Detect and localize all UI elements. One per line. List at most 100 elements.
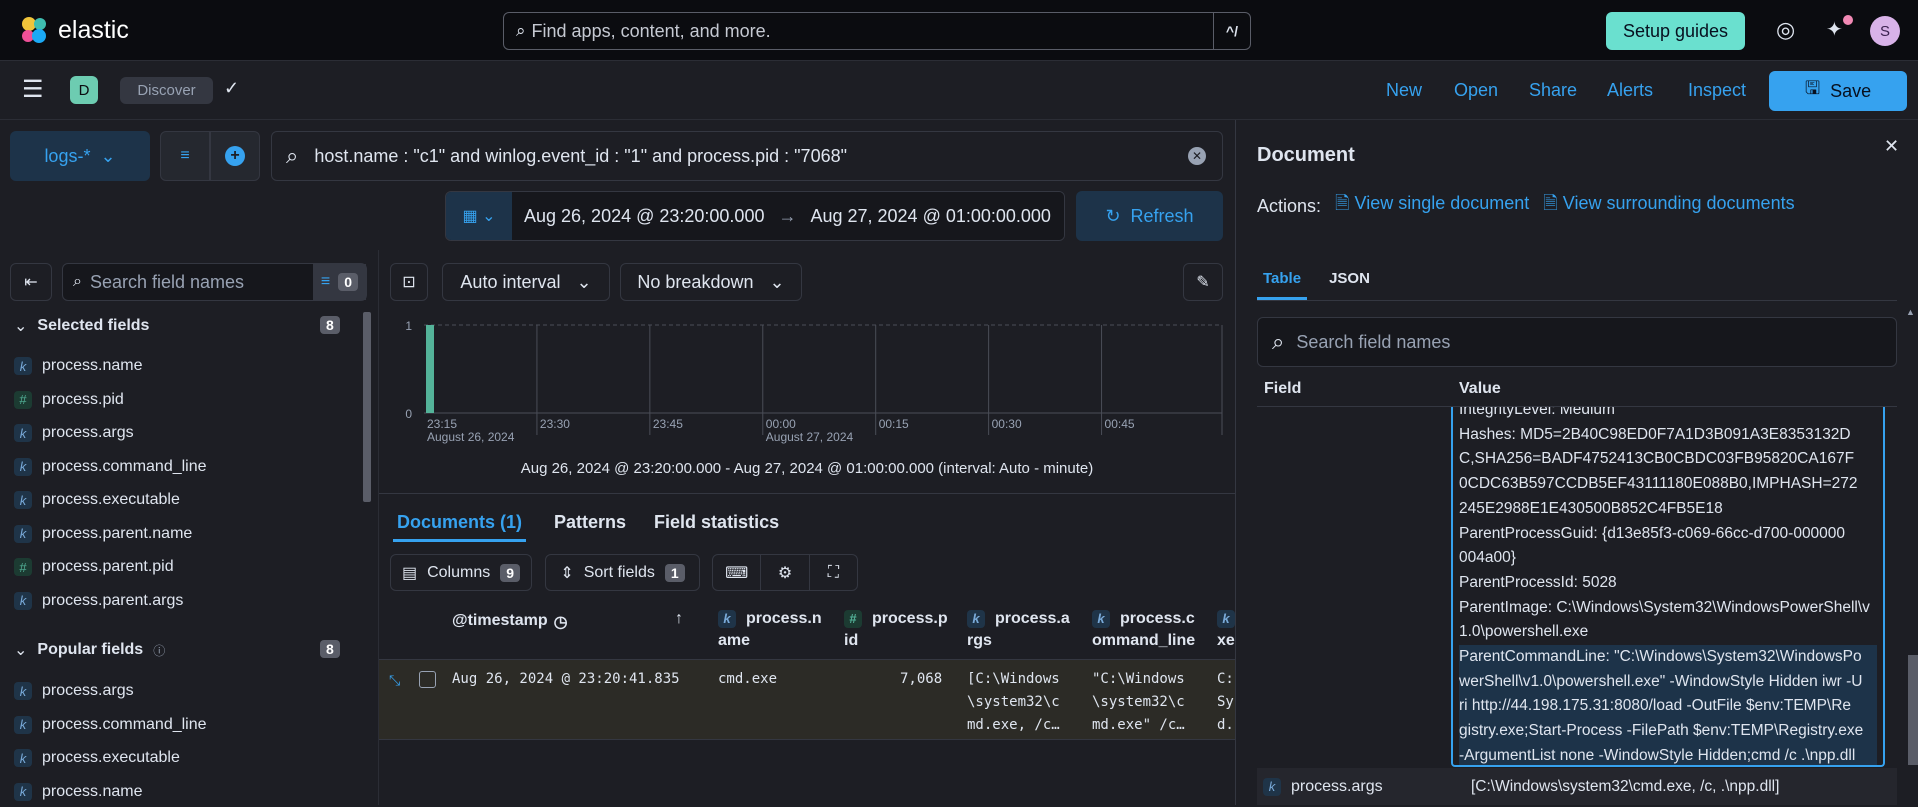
cell-line: md.exe, /c…: [967, 717, 1060, 733]
col-process-name[interactable]: k process.n ame: [718, 608, 822, 652]
clock-icon: ◷: [553, 614, 568, 631]
doc-field-name: process.args: [1291, 777, 1383, 795]
sidebar-field-process-parent-args[interactable]: k process.parent.args: [14, 586, 183, 616]
value-line: 0CDC63B597CCDB5EF43111180E088B0,IMPHASH=…: [1459, 475, 1858, 493]
date-end[interactable]: Aug 27, 2024 @ 01:00:00.000: [810, 206, 1050, 227]
sidebar-field-process-name[interactable]: k process.name: [14, 777, 143, 807]
refresh-icon: ↻: [1105, 205, 1121, 226]
user-avatar[interactable]: S: [1870, 16, 1900, 46]
keyboard-shortcuts-button[interactable]: ⌨: [713, 555, 762, 590]
sidebar-field-process-command_line[interactable]: k process.command_line: [14, 452, 207, 482]
scroll-up-icon[interactable]: ▲: [1906, 307, 1915, 317]
fullscreen-button[interactable]: ⛶: [810, 555, 857, 590]
setup-guides-button[interactable]: Setup guides: [1606, 12, 1745, 50]
breadcrumb-discover[interactable]: Discover: [120, 77, 213, 104]
menu-share[interactable]: Share: [1529, 80, 1577, 101]
grid-header: @timestamp ◷ ↑ k process.n ame # process.p id…: [379, 602, 1235, 660]
breakdown-select[interactable]: No breakdown ⌄: [620, 263, 802, 301]
shortcut-hint: ^/: [1212, 13, 1250, 49]
keyword-icon: k: [1217, 610, 1235, 628]
col-value: Value: [1459, 380, 1501, 397]
view-single-document-link[interactable]: 🗎 View single document: [1335, 191, 1529, 221]
field-filter-button[interactable]: ≡ 0: [312, 264, 366, 300]
elastic-logo[interactable]: elastic: [18, 14, 129, 46]
sidebar-field-process-args[interactable]: k process.args: [14, 418, 134, 448]
sort-ascending-icon[interactable]: ↑: [675, 610, 683, 628]
filter-count: 0: [338, 273, 358, 291]
menu-inspect[interactable]: Inspect: [1688, 80, 1746, 101]
y-tick-label: 0: [405, 407, 412, 421]
histogram-bar[interactable]: [426, 325, 434, 413]
tab-table[interactable]: Table: [1257, 270, 1308, 300]
doc-field-search-input[interactable]: Search field names: [1296, 332, 1450, 353]
sidebar-field-process-args[interactable]: k process.args: [14, 676, 134, 706]
sidebar-field-process-pid[interactable]: # process.pid: [14, 385, 124, 415]
tab-documents[interactable]: Documents (1): [393, 512, 527, 542]
columns-button[interactable]: ▤ Columns 9: [390, 554, 532, 591]
selected-fields-toggle[interactable]: ⌄ Selected fields: [14, 316, 149, 336]
menu-icon[interactable]: ☰: [22, 75, 44, 104]
col-process-command-line[interactable]: k process.c ommand_line: [1092, 608, 1195, 652]
sidebar-field-process-executable[interactable]: k process.executable: [14, 743, 180, 773]
sort-fields-button[interactable]: ⇕ Sort fields 1: [545, 554, 700, 591]
menu-open[interactable]: Open: [1454, 80, 1498, 101]
col-process-executable[interactable]: k xe: [1217, 608, 1235, 652]
query-input[interactable]: ⌕ host.name : "c1" and winlog.event_id :…: [271, 131, 1223, 181]
expanded-value-cell[interactable]: IntegrityLevel: Medium Hashes: MD5=2B40C9…: [1451, 407, 1885, 767]
expand-icon[interactable]: ⤡: [389, 670, 400, 693]
x-tick-label: 00:00: [766, 417, 796, 431]
chart-options-button[interactable]: ✎: [1183, 263, 1223, 301]
field-search[interactable]: ⌕ Search field names ≡ 0: [62, 263, 367, 301]
global-search-input[interactable]: Find apps, content, and more.: [532, 21, 1213, 42]
display-settings-button[interactable]: ⚙: [761, 555, 810, 590]
global-search[interactable]: ⌕ Find apps, content, and more. ^/: [503, 12, 1251, 50]
menu-alerts[interactable]: Alerts: [1607, 80, 1653, 101]
cell-process-pid: 7,068: [900, 671, 943, 687]
add-filter-button[interactable]: +: [210, 131, 260, 181]
sidebar-field-process-name[interactable]: k process.name: [14, 351, 143, 381]
tab-patterns[interactable]: Patterns: [554, 512, 626, 542]
space-avatar[interactable]: D: [70, 76, 98, 104]
interval-select[interactable]: Auto interval ⌄: [442, 263, 610, 301]
col-process-args[interactable]: k process.a rgs: [967, 608, 1070, 652]
selected-fields-title: Selected fields: [37, 317, 150, 334]
close-icon[interactable]: ✕: [1884, 136, 1899, 157]
col-process-pid[interactable]: # process.p id: [844, 608, 948, 652]
menu-new[interactable]: New: [1386, 80, 1422, 101]
help-icon[interactable]: ◎: [1776, 17, 1795, 43]
histogram-chart[interactable]: 0 1 23:15 23:30 23:45 00:00 00:15 00:30 00:45 Aug…: [379, 310, 1235, 460]
popular-fields-toggle[interactable]: ⌄ Popular fields ⓘ: [14, 640, 165, 660]
news-icon[interactable]: ✦: [1826, 17, 1843, 42]
query-text[interactable]: host.name : "c1" and winlog.event_id : "…: [314, 146, 1188, 167]
flyout-actions: Actions: 🗎 View single document 🗎 View s…: [1257, 191, 1795, 221]
sidebar-field-process-parent-name[interactable]: k process.parent.name: [14, 519, 192, 549]
date-start[interactable]: Aug 26, 2024 @ 23:20:00.000: [524, 206, 764, 227]
sidebar-field-process-command_line[interactable]: k process.command_line: [14, 710, 207, 740]
toggle-histogram-button[interactable]: ⊡: [390, 263, 428, 301]
flyout-scrollbar[interactable]: [1908, 655, 1918, 765]
data-view-picker[interactable]: logs-* ⌄: [10, 131, 150, 181]
table-row[interactable]: ⤡ Aug 26, 2024 @ 23:20:41.835 cmd.exe 7,…: [379, 660, 1235, 740]
doc-field-search[interactable]: ⌕ Search field names: [1257, 317, 1897, 367]
refresh-button[interactable]: ↻ Refresh: [1076, 191, 1223, 241]
view-surrounding-documents-link[interactable]: 🗎 View surrounding documents: [1543, 191, 1794, 221]
tab-json[interactable]: JSON: [1329, 270, 1370, 300]
columns-label: Columns: [427, 563, 491, 581]
row-checkbox[interactable]: [419, 671, 436, 688]
col-timestamp[interactable]: @timestamp ◷: [452, 612, 568, 632]
date-picker[interactable]: ▦ ⌄ Aug 26, 2024 @ 23:20:00.000 → Aug 27…: [445, 191, 1065, 241]
chevron-down-icon: ⌄: [14, 318, 28, 335]
sidebar-field-process-parent-pid[interactable]: # process.parent.pid: [14, 552, 174, 582]
doc-row-process-args[interactable]: k process.args [C:\Windows\system32\cmd.…: [1257, 768, 1897, 805]
sidebar-field-process-executable[interactable]: k process.executable: [14, 485, 180, 515]
clear-icon[interactable]: ✕: [1188, 147, 1206, 165]
filter-icon: ≡: [320, 273, 331, 290]
filter-menu-button[interactable]: ≡: [160, 131, 210, 181]
tab-field-statistics[interactable]: Field statistics: [654, 512, 779, 542]
sidebar-scrollbar[interactable]: [363, 312, 371, 502]
field-search-input[interactable]: Search field names: [90, 272, 313, 293]
save-button[interactable]: 🖫 Save: [1769, 71, 1907, 111]
x-tick-label: 23:15: [427, 417, 457, 431]
collapse-sidebar-button[interactable]: ⇤: [10, 263, 52, 301]
calendar-quick-menu[interactable]: ▦ ⌄: [446, 192, 512, 240]
